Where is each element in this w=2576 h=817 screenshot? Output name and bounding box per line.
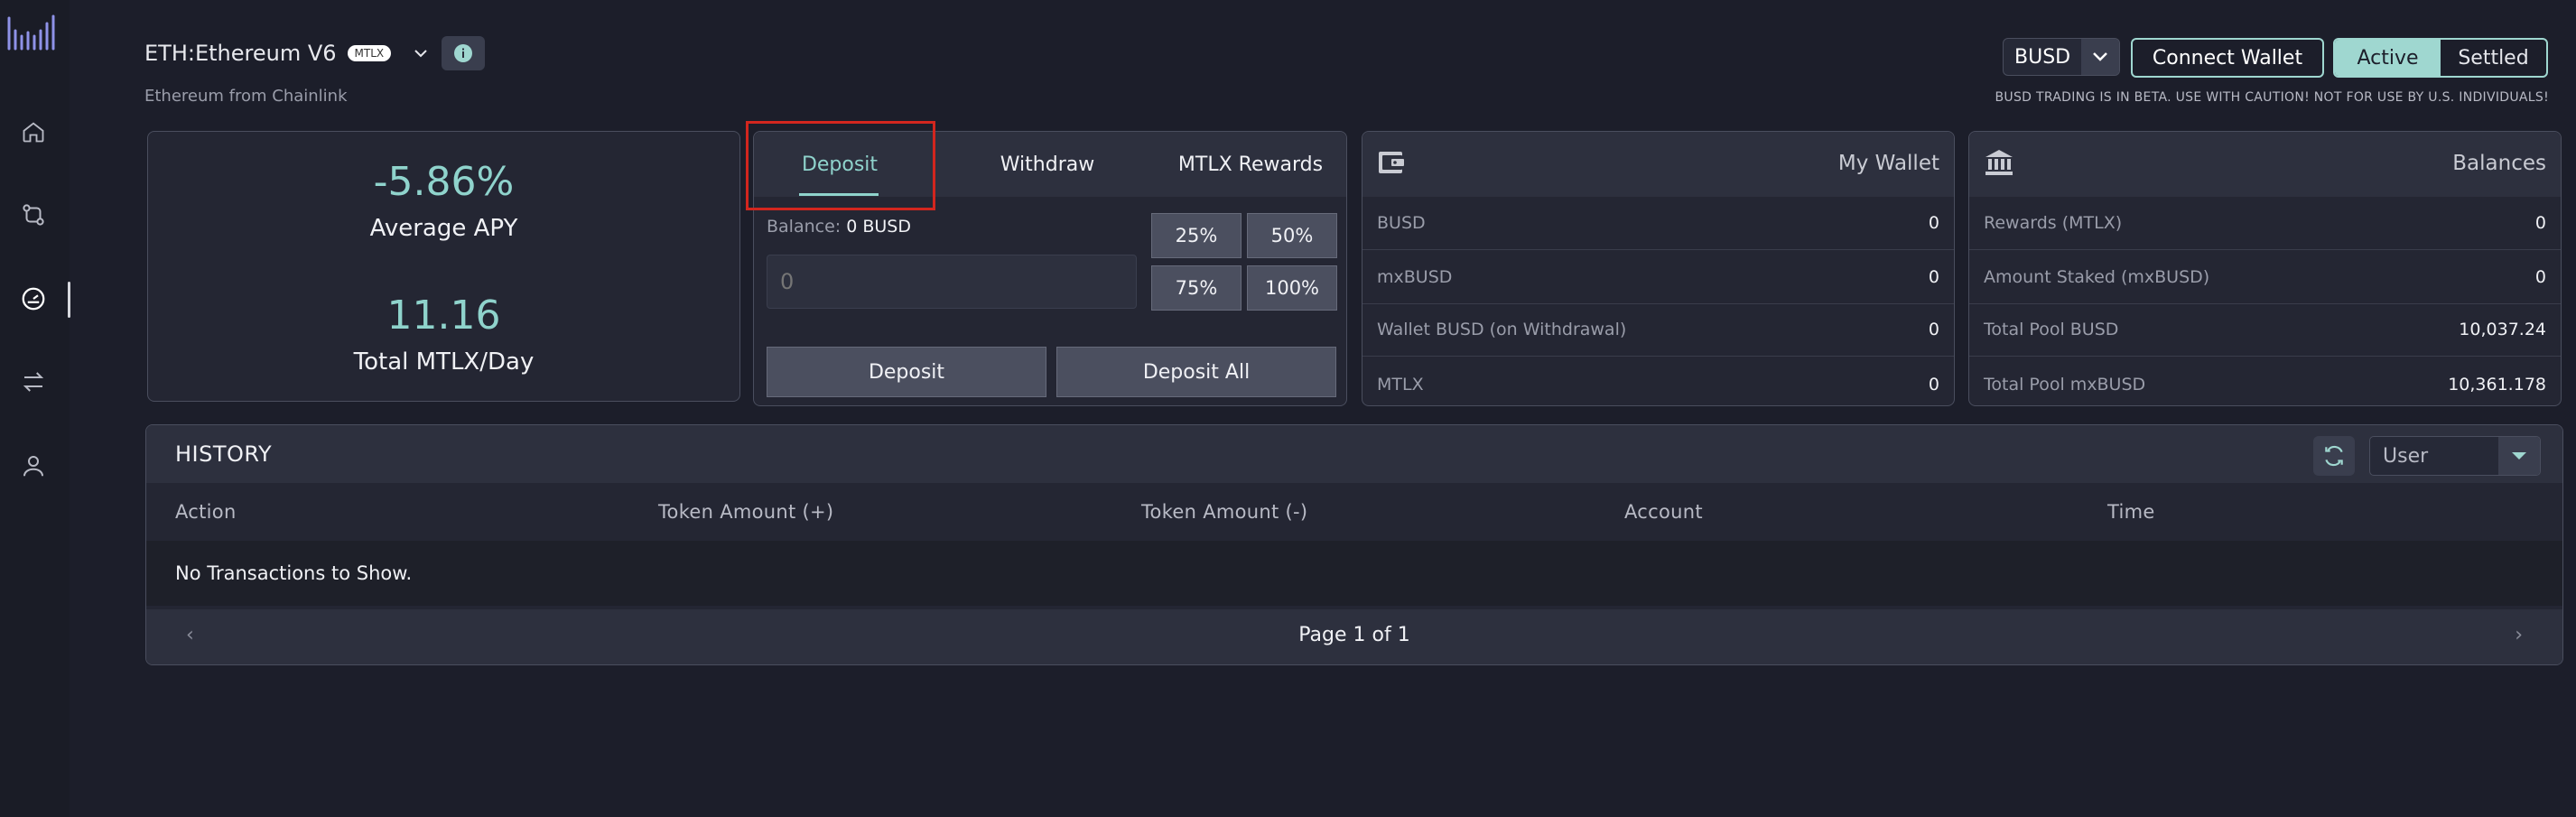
wallet-row-label: Wallet BUSD (on Withdrawal) [1377,320,1627,339]
history-filter-value: User [2383,444,2429,468]
balances-row-value: 10,037.24 [2459,320,2546,339]
percent-25-button[interactable]: 25% [1151,213,1242,258]
active-nav-indicator [68,282,70,318]
history-panel: HISTORY User Action Token Amount (+) Tok… [145,424,2563,665]
tab-deposit[interactable]: Deposit [761,132,918,197]
deposit-all-button[interactable]: Deposit All [1056,347,1336,397]
history-title: HISTORY [175,441,273,467]
bank-icon [1984,148,2014,181]
connect-wallet-button[interactable]: Connect Wallet [2131,38,2324,78]
user-icon[interactable] [17,450,50,482]
percent-100-button[interactable]: 100% [1247,265,1337,311]
logo-bars-icon[interactable] [5,13,60,58]
balances-row: Total Pool BUSD 10,037.24 [1969,303,2561,357]
empty-message: No Transactions to Show. [175,562,413,584]
wallet-icon [1377,148,1406,181]
tab-mtlx-rewards[interactable]: MTLX Rewards [1160,132,1341,197]
page-indicator: Page 1 of 1 [1298,624,1410,646]
balances-title: Balances [2452,152,2546,175]
market-subtitle: Ethereum from Chainlink [144,87,348,106]
column-token-amount-plus[interactable]: Token Amount (+) [658,501,833,523]
deposit-panel: Deposit Withdraw MTLX Rewards Balance: 0… [753,131,1347,406]
apy-label: Average APY [369,215,518,242]
active-toggle-button[interactable]: Active [2335,40,2441,76]
wallet-row: MTLX 0 [1362,357,1954,411]
market-header: ETH:Ethereum V6 MTLX [144,36,486,70]
balances-row-label: Amount Staked (mxBUSD) [1984,267,2210,287]
caret-down-icon[interactable] [2498,437,2540,475]
column-action[interactable]: Action [175,501,237,523]
wallet-row: BUSD 0 [1362,197,1954,250]
gauge-icon[interactable] [17,283,50,315]
my-wallet-header: My Wallet [1362,132,1954,197]
mtlx-badge: MTLX [347,45,392,61]
settled-toggle-button[interactable]: Settled [2441,40,2546,76]
balances-row-value: 10,361.178 [2448,374,2546,395]
wallet-row-label: BUSD [1377,213,1426,233]
history-header: HISTORY User [146,425,2562,483]
column-time[interactable]: Time [2107,501,2155,523]
pagination: ‹ Page 1 of 1 › [146,609,2562,664]
balances-row: Rewards (MTLX) 0 [1969,197,2561,250]
apy-card: -5.86% Average APY 11.16 Total MTLX/Day [147,131,740,402]
empty-state-row: No Transactions to Show. [146,541,2562,606]
refresh-button[interactable] [2313,436,2355,476]
balances-header: Balances [1969,132,2561,197]
percent-75-button[interactable]: 75% [1151,265,1242,311]
wallet-row-label: MTLX [1377,374,1424,395]
balances-card: Balances Rewards (MTLX) 0 Amount Staked … [1968,131,2562,406]
balances-row: Amount Staked (mxBUSD) 0 [1969,251,2561,304]
swap-nodes-icon[interactable] [17,199,50,231]
balances-row-value: 0 [2534,213,2546,233]
history-filter-select[interactable]: User [2369,436,2541,476]
balance-line: Balance: 0 BUSD [767,217,911,237]
balances-row-label: Total Pool mxBUSD [1984,374,2146,395]
mtlx-per-day-value: 11.16 [386,292,501,339]
balances-row-value: 0 [2534,267,2546,287]
info-icon [454,44,473,62]
percent-50-button[interactable]: 50% [1247,213,1337,258]
apy-value: -5.86% [373,159,515,205]
balances-row-label: Rewards (MTLX) [1984,213,2123,233]
next-page-icon[interactable]: › [2515,624,2523,646]
balance-value: 0 BUSD [846,217,911,237]
chevron-down-icon[interactable] [411,43,431,63]
deposit-amount-input[interactable] [767,255,1137,309]
column-account[interactable]: Account [1624,501,1703,523]
wallet-row-value: 0 [1928,374,1939,395]
transfer-arrows-icon[interactable] [17,366,50,398]
wallet-row: mxBUSD 0 [1362,251,1954,304]
refresh-icon [2325,445,2343,467]
wallet-row: Wallet BUSD (on Withdrawal) 0 [1362,303,1954,357]
sidebar [0,0,70,817]
deposit-button[interactable]: Deposit [767,347,1046,397]
history-columns: Action Token Amount (+) Token Amount (-)… [146,483,2562,541]
balances-row: Total Pool mxBUSD 10,361.178 [1969,357,2561,411]
home-icon[interactable] [17,116,50,148]
currency-select[interactable]: BUSD [2003,38,2120,76]
mtlx-per-day-label: Total MTLX/Day [353,348,535,376]
chevron-down-icon[interactable] [2081,39,2119,75]
deposit-tabs: Deposit Withdraw MTLX Rewards [754,132,1346,197]
active-tab-underline [799,193,879,196]
wallet-row-value: 0 [1928,213,1939,233]
info-button[interactable] [442,36,486,70]
tab-withdraw[interactable]: Withdraw [963,132,1131,197]
market-title: ETH:Ethereum V6 [144,41,337,66]
my-wallet-title: My Wallet [1837,152,1939,175]
balance-label: Balance: [767,217,842,237]
wallet-row-value: 0 [1928,320,1939,339]
status-toggle: Active Settled [2333,38,2548,78]
my-wallet-card: My Wallet BUSD 0 mxBUSD 0 Wallet BUSD (o… [1362,131,1955,406]
wallet-row-value: 0 [1928,267,1939,287]
beta-warning: BUSD TRADING IS IN BETA. USE WITH CAUTIO… [1995,90,2549,105]
column-token-amount-minus[interactable]: Token Amount (-) [1141,501,1307,523]
wallet-row-label: mxBUSD [1377,267,1453,287]
balances-row-label: Total Pool BUSD [1984,320,2119,339]
currency-value: BUSD [2014,45,2071,69]
